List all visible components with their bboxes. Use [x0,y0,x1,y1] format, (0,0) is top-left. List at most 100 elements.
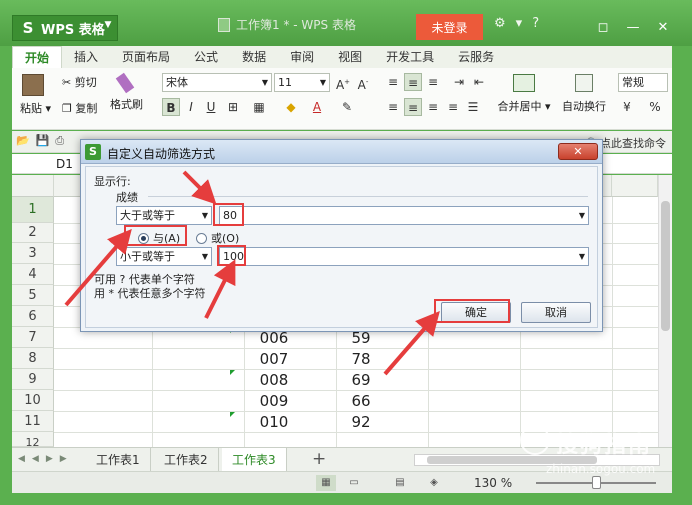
table-cell[interactable]: 66 [328,392,394,410]
distribute-icon[interactable]: ☰ [464,98,482,116]
sheet-tab-2[interactable]: 工作表2 [154,448,219,472]
page-break-view-icon[interactable]: ▤ [390,475,410,491]
font-size-select[interactable]: 11 ▼ [274,73,330,92]
row-header[interactable]: 2 [12,223,54,243]
tab-review[interactable]: 审阅 [278,46,326,68]
row-header[interactable]: 6 [12,306,54,327]
tab-home[interactable]: 开始 [12,46,63,68]
condition2-operator-select[interactable]: 小于或等于 ▼ [116,247,212,266]
table-cell[interactable]: 008 [244,371,304,389]
row-header[interactable]: 12 [12,432,54,447]
paste-button[interactable]: 粘贴 ▾ [20,74,51,116]
cancel-button[interactable]: 取消 [521,302,591,323]
row-header[interactable]: 10 [12,390,54,411]
align-center-icon[interactable]: ≡ [404,98,422,116]
indent-icon[interactable]: ⇥ [450,73,468,91]
next-sheet-icon[interactable]: ▶ [46,454,53,464]
italic-button[interactable]: I [182,98,200,116]
format-painter-button[interactable]: 格式刷 [110,72,143,112]
clear-format-icon[interactable]: ✎ [338,98,356,116]
row-header[interactable]: 7 [12,327,54,348]
name-box[interactable]: D1 [56,157,73,171]
align-left-icon[interactable]: ≡ [384,98,402,116]
percent-icon[interactable]: % [646,98,664,116]
font-name-select[interactable]: 宋体 ▼ [162,73,272,92]
tab-developer[interactable]: 开发工具 [374,46,446,68]
underline-button[interactable]: U [202,98,220,116]
tab-cloud[interactable]: 云服务 [446,46,506,68]
normal-view-icon[interactable]: ▦ [316,475,336,491]
tab-data[interactable]: 数据 [230,46,278,68]
number-as-text-marker-icon [230,370,235,375]
print-icon[interactable]: ⎙ [55,134,64,148]
add-sheet-icon[interactable]: + [312,449,326,469]
sheet-tab-1[interactable]: 工作表1 [86,448,151,472]
row-header[interactable]: 9 [12,369,54,390]
copy-button[interactable]: ❐ 复制 [62,100,97,116]
row-header[interactable]: 8 [12,348,54,369]
zoom-slider-handle[interactable] [592,476,601,489]
tab-view[interactable]: 视图 [326,46,374,68]
bold-button[interactable]: B [162,98,180,116]
number-format-select[interactable]: 常规 [618,73,668,92]
row-header[interactable]: 11 [12,411,54,432]
align-right-icon[interactable]: ≡ [424,98,442,116]
minimize-icon[interactable]: — [618,15,648,39]
column-header[interactable] [612,175,658,197]
row-header[interactable]: 5 [12,285,54,306]
table-cell[interactable]: 010 [244,413,304,431]
last-sheet-icon[interactable]: ▶ [60,454,67,464]
justify-icon[interactable]: ≡ [444,98,462,116]
dialog-title-bar[interactable]: S 自定义自动筛选方式 ✕ [81,140,602,164]
skin-icon[interactable]: ⚙ [494,16,506,31]
table-cell[interactable]: 009 [244,392,304,410]
scroll-thumb[interactable] [661,201,670,331]
help-icon[interactable]: ? [532,16,539,31]
increase-font-icon[interactable]: A+ [334,73,352,92]
open-icon[interactable]: 📂 [16,134,30,148]
reading-mode-icon[interactable]: ◈ [424,475,444,491]
table-cell[interactable]: 92 [328,413,394,431]
merge-center-button[interactable]: 合并居中 ▾ [496,74,552,114]
shirt-icon[interactable]: ▾ [516,16,523,31]
tab-page-layout[interactable]: 页面布局 [110,46,182,68]
fill-grid-icon[interactable]: ▦ [250,98,268,116]
condition2-value-input[interactable]: 100 ▼ [219,247,589,266]
wrap-text-button[interactable]: 自动换行 [558,74,610,114]
align-top-icon[interactable]: ≡ [384,73,402,91]
close-icon[interactable]: ✕ [648,15,678,39]
condition1-operator-select[interactable]: 大于或等于 ▼ [116,206,212,225]
first-sheet-icon[interactable]: ◀ [18,454,25,464]
border-icon[interactable]: ⊞ [224,98,242,116]
sheet-tab-3[interactable]: 工作表3 [222,448,287,472]
save-icon[interactable]: 💾 [36,134,50,148]
outdent-icon[interactable]: ⇤ [470,73,488,91]
font-size-value: 11 [278,76,292,89]
fill-color-icon[interactable]: ◆ [282,98,300,116]
page-layout-view-icon[interactable]: ▭ [344,475,364,491]
decrease-font-icon[interactable]: A- [354,73,372,92]
tab-formula[interactable]: 公式 [182,46,230,68]
or-radio[interactable]: 或(O) [196,230,239,246]
dialog-close-button[interactable]: ✕ [558,143,598,160]
table-cell[interactable]: 007 [244,350,304,368]
restore-icon[interactable]: ◻ [588,15,618,39]
font-color-icon[interactable]: A [308,98,326,116]
row-header[interactable]: 1 [12,197,54,223]
cut-button[interactable]: ✂ 剪切 [62,74,97,90]
table-cell[interactable]: 69 [328,371,394,389]
paste-icon [22,74,44,96]
login-button[interactable]: 未登录 [416,14,483,40]
vertical-scrollbar[interactable] [658,175,672,447]
tab-insert[interactable]: 插入 [62,46,110,68]
align-middle-icon[interactable]: ≡ [404,73,422,91]
align-bottom-icon[interactable]: ≡ [424,73,442,91]
table-cell[interactable]: 78 [328,350,394,368]
row-header[interactable]: 3 [12,243,54,264]
row-header[interactable]: 4 [12,264,54,285]
currency-icon[interactable]: ¥ [618,98,636,116]
prev-sheet-icon[interactable]: ◀ [32,454,39,464]
condition1-value-input[interactable]: 80 ▼ [219,206,589,225]
app-menu-button[interactable]: S WPS 表格 ▼ [12,15,118,41]
select-all-corner[interactable] [12,175,54,197]
